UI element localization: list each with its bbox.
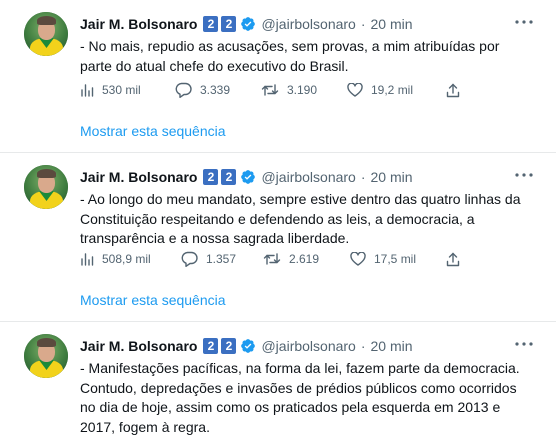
views-count: 508,9 mil (102, 252, 151, 266)
tweet-header: Jair M. Bolsonaro 2 2 @jairbolsonaro · 2… (80, 167, 413, 187)
avatar[interactable] (24, 12, 68, 56)
verified-badge-icon (241, 170, 256, 184)
more-horizontal-icon[interactable] (514, 167, 534, 183)
tweet-time[interactable]: 20 min (371, 169, 413, 185)
author-name[interactable]: Jair M. Bolsonaro (80, 169, 197, 185)
share-icon (446, 252, 460, 266)
show-thread-link[interactable]: Mostrar esta sequência (80, 123, 226, 139)
views-button[interactable]: 508,9 mil (80, 249, 151, 269)
separator-dot: · (360, 169, 366, 185)
name-badge: 2 (221, 169, 237, 185)
retweet-count: 3.190 (287, 83, 318, 97)
tweet-text: - No mais, repudio as acusações, sem pro… (80, 38, 500, 74)
name-badge: 2 (203, 338, 219, 354)
tweet[interactable]: Jair M. Bolsonaro 2 2 @jairbolsonaro · 2… (0, 0, 556, 153)
heart-icon (350, 252, 366, 266)
reply-button[interactable]: 3.339 (175, 80, 230, 100)
tweet-actions: 508,9 mil 1.357 2.619 17,5 mil (80, 249, 480, 269)
analytics-icon (81, 253, 94, 266)
name-badge: 2 (203, 169, 219, 185)
separator-dot: · (360, 338, 366, 354)
analytics-icon (81, 84, 94, 97)
reply-button[interactable]: 1.357 (181, 249, 236, 269)
like-count: 19,2 mil (371, 83, 414, 97)
views-button[interactable]: 530 mil (80, 80, 141, 100)
avatar[interactable] (24, 334, 68, 378)
heart-icon (347, 83, 363, 97)
name-badge: 2 (221, 338, 237, 354)
retweet-button[interactable]: 2.619 (263, 249, 319, 269)
reply-icon (181, 251, 198, 267)
author-handle[interactable]: @jairbolsonaro (261, 169, 355, 185)
avatar[interactable] (24, 165, 68, 209)
retweet-button[interactable]: 3.190 (261, 80, 317, 100)
reply-count: 1.357 (206, 252, 237, 266)
like-count: 17,5 mil (374, 252, 417, 266)
author-name[interactable]: Jair M. Bolsonaro (80, 16, 197, 32)
tweet-actions: 530 mil 3.339 3.190 19,2 mil (80, 80, 480, 100)
retweet-icon (261, 84, 279, 96)
separator-dot: · (360, 16, 366, 32)
tweet-header: Jair M. Bolsonaro 2 2 @jairbolsonaro · 2… (80, 14, 413, 34)
author-handle[interactable]: @jairbolsonaro (261, 16, 355, 32)
author-handle[interactable]: @jairbolsonaro (261, 338, 355, 354)
retweet-icon (263, 253, 281, 265)
reply-count: 3.339 (200, 83, 231, 97)
share-icon (446, 83, 460, 97)
show-thread-link[interactable]: Mostrar esta sequência (80, 292, 226, 308)
tweet-text: - Ao longo do meu mandato, sempre estive… (80, 191, 521, 246)
share-button[interactable] (446, 80, 460, 100)
more-horizontal-icon[interactable] (514, 14, 534, 30)
reply-icon (175, 82, 192, 98)
name-badge: 2 (221, 16, 237, 32)
like-button[interactable]: 17,5 mil (350, 249, 416, 269)
tweet[interactable]: Jair M. Bolsonaro 2 2 @jairbolsonaro · 2… (0, 322, 556, 435)
like-button[interactable]: 19,2 mil (347, 80, 413, 100)
tweet-header: Jair M. Bolsonaro 2 2 @jairbolsonaro · 2… (80, 336, 413, 356)
verified-badge-icon (241, 17, 256, 31)
tweet[interactable]: Jair M. Bolsonaro 2 2 @jairbolsonaro · 2… (0, 153, 556, 322)
timeline-feed: Jair M. Bolsonaro 2 2 @jairbolsonaro · 2… (0, 0, 556, 435)
tweet-text: - Manifestações pacíficas, na forma da l… (80, 360, 520, 435)
more-horizontal-icon[interactable] (514, 336, 534, 352)
tweet-time[interactable]: 20 min (371, 338, 413, 354)
retweet-count: 2.619 (289, 252, 320, 266)
author-name[interactable]: Jair M. Bolsonaro (80, 338, 197, 354)
name-badge: 2 (203, 16, 219, 32)
share-button[interactable] (446, 249, 460, 269)
views-count: 530 mil (102, 83, 141, 97)
verified-badge-icon (241, 339, 256, 353)
tweet-time[interactable]: 20 min (371, 16, 413, 32)
